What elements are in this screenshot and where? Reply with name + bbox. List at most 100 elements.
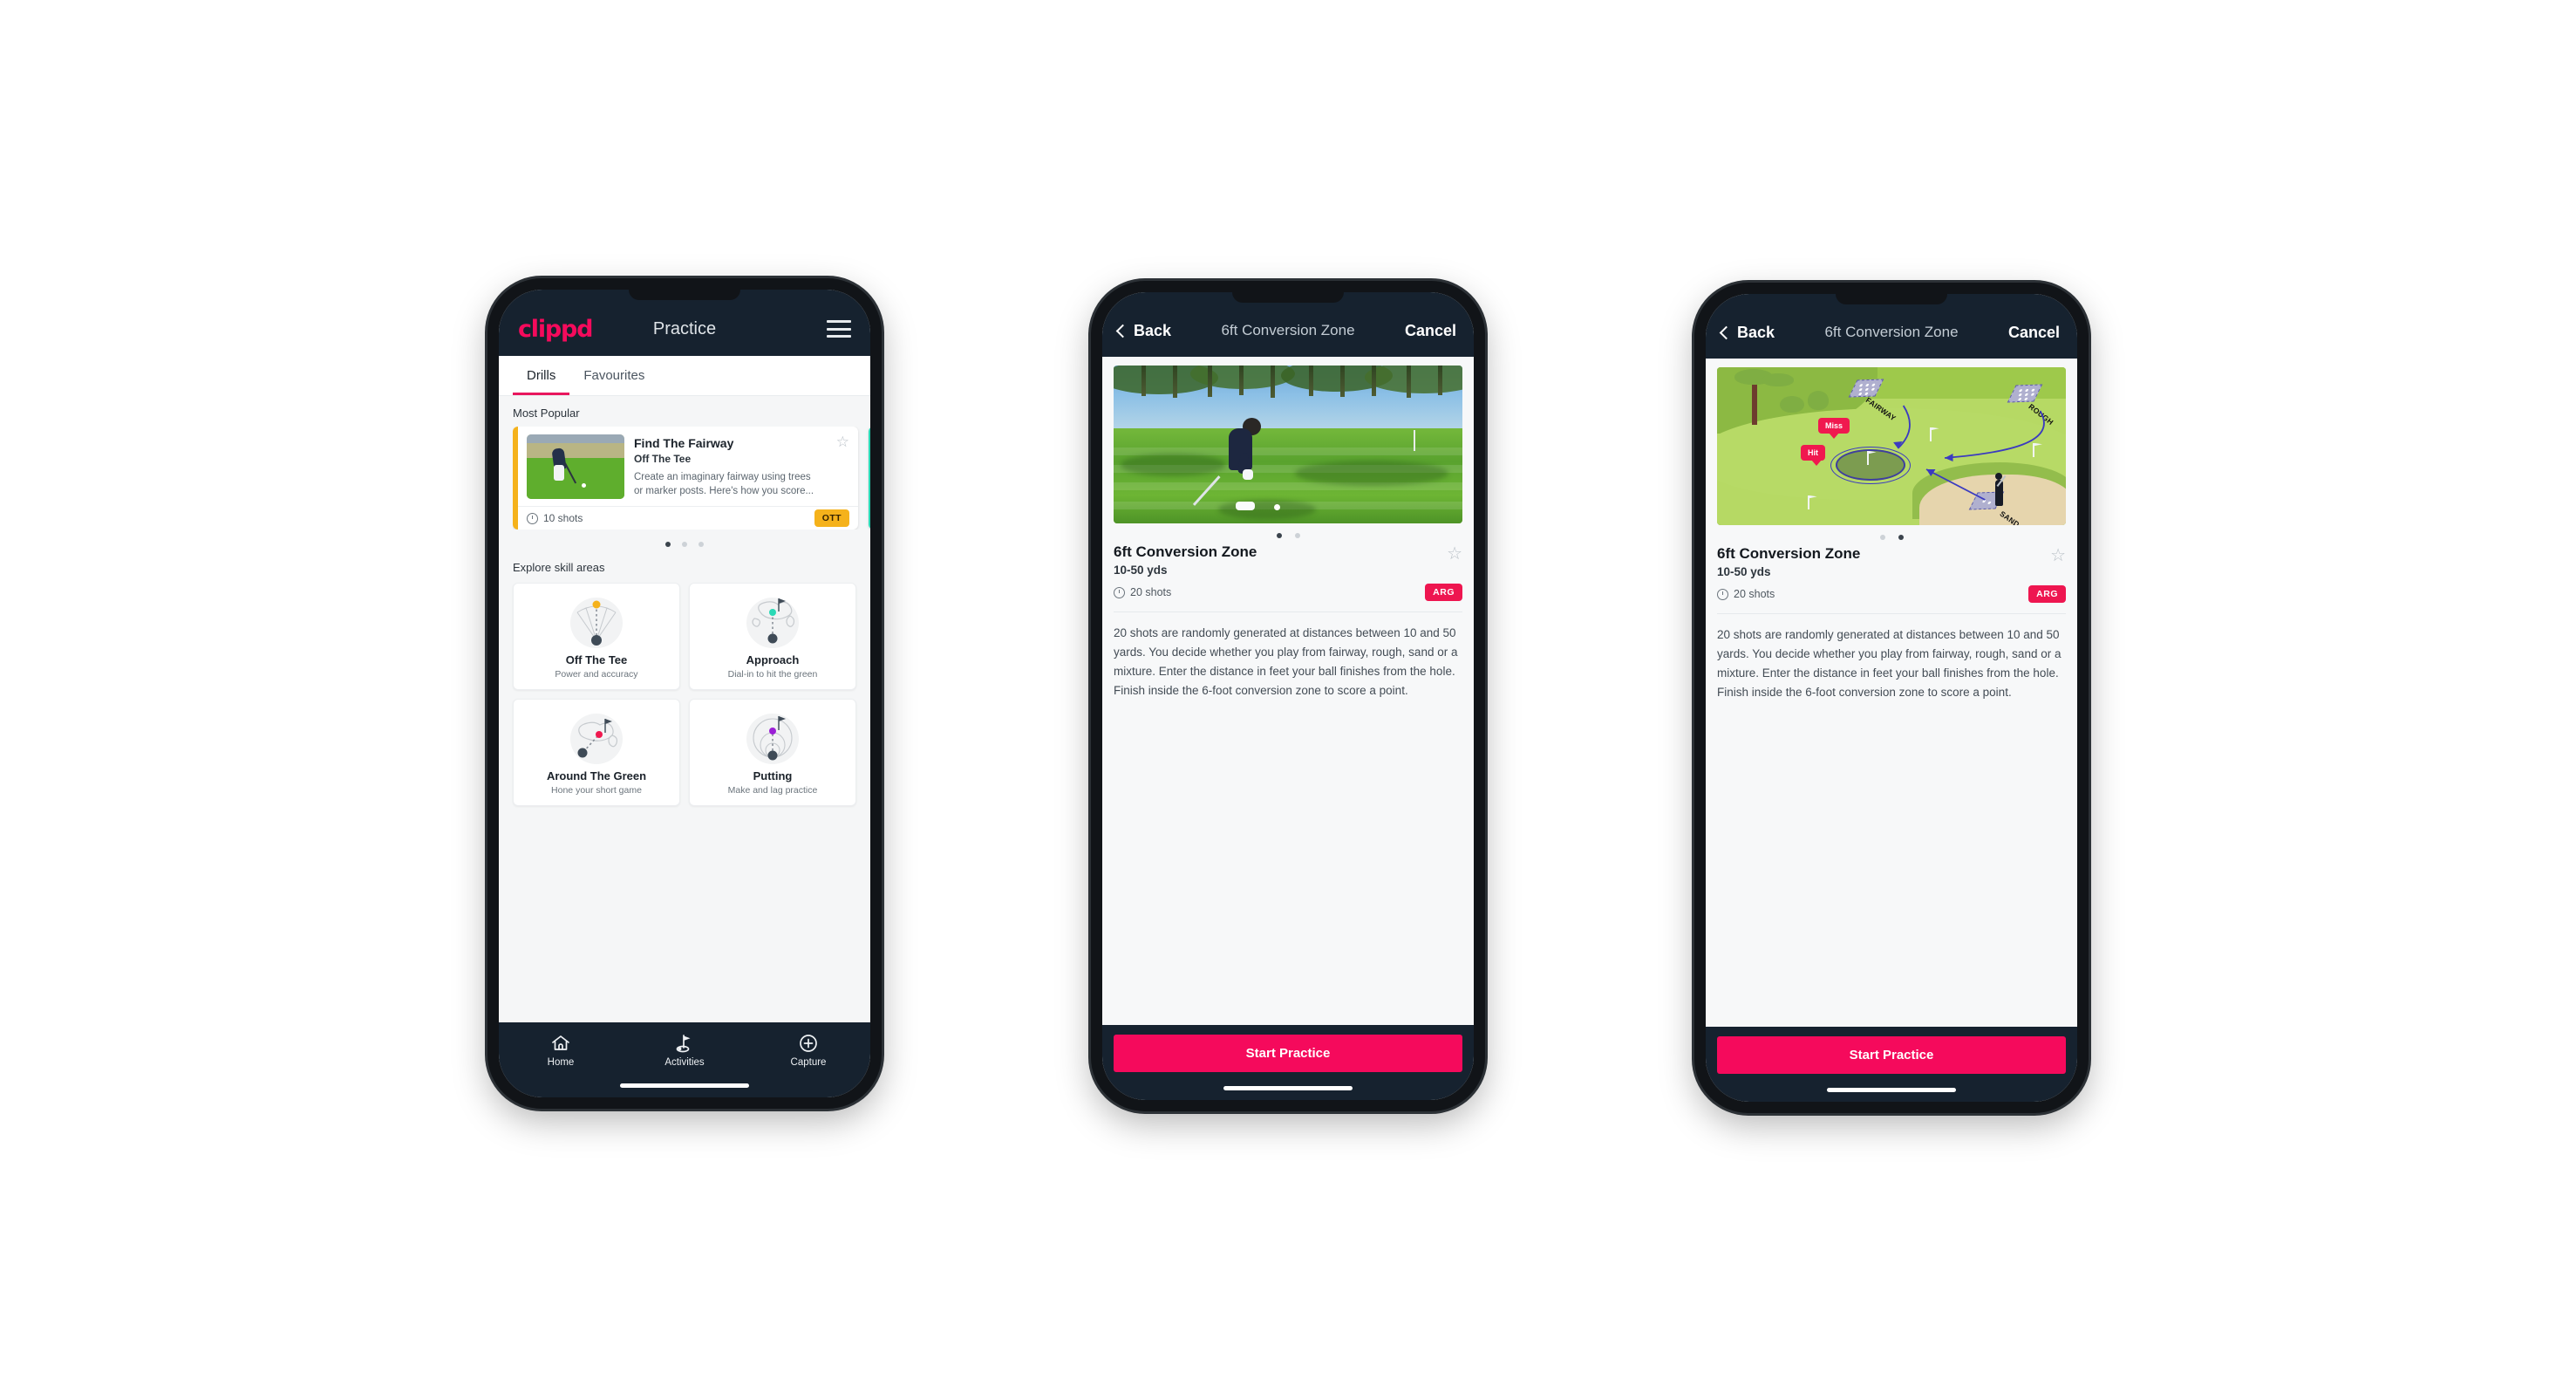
- drill-carousel[interactable]: Find The Fairway Off The Tee Create an i…: [513, 427, 870, 530]
- explore-skill-areas-heading: Explore skill areas: [513, 561, 605, 574]
- back-button[interactable]: Back: [1719, 324, 1775, 342]
- tab-drills[interactable]: Drills: [513, 356, 570, 395]
- nav-label-capture: Capture: [790, 1057, 827, 1068]
- cta-footer: Start Practice: [1706, 1027, 2077, 1102]
- skill-card-off-the-tee[interactable]: Off The Tee Power and accuracy: [513, 583, 680, 690]
- nav-label-home: Home: [547, 1057, 575, 1068]
- back-button[interactable]: Back: [1115, 321, 1172, 340]
- skill-subtitle: Make and lag practice: [727, 785, 818, 796]
- thumb-fairway: [527, 457, 624, 499]
- star-outline-icon[interactable]: ☆: [1447, 543, 1462, 563]
- golfer-chipping-photo: [1114, 366, 1462, 523]
- hamburger-menu-icon[interactable]: [827, 320, 851, 338]
- home-icon: [499, 1032, 623, 1055]
- phone2-notch: [1232, 292, 1344, 303]
- media-dot[interactable]: [1294, 533, 1300, 538]
- favourite-star-icon[interactable]: ☆: [830, 434, 849, 499]
- drill-shots-count: 10 shots: [543, 512, 583, 524]
- start-practice-button[interactable]: Start Practice: [1114, 1035, 1462, 1072]
- phone3-notch: [1836, 294, 1947, 304]
- drill-detail-description: 20 shots are randomly generated at dista…: [1114, 626, 1458, 697]
- bottom-navigation: Home Activities Capture: [499, 1022, 870, 1097]
- drill-card-next-peek[interactable]: [869, 427, 870, 530]
- phone1-notch: [629, 290, 740, 300]
- approach-icon: [695, 592, 850, 652]
- drill-tag-badge: OTT: [814, 509, 849, 527]
- skill-card-approach[interactable]: Approach Dial-in to hit the green: [689, 583, 856, 690]
- skill-name: Approach: [746, 653, 800, 666]
- drill-detail-yardage: 10-50 yds: [1717, 565, 1771, 578]
- media-dot[interactable]: [1276, 533, 1282, 538]
- carousel-dot[interactable]: [699, 542, 704, 547]
- drill-detail-shots: 20 shots: [1734, 588, 1775, 600]
- home-indicator-bar: [1223, 1086, 1353, 1090]
- golf-flag-icon: [623, 1032, 746, 1055]
- nav-label-activities: Activities: [664, 1057, 705, 1068]
- detail-header: 6ft Conversion Zone 10-50 yds ☆: [1114, 542, 1462, 577]
- shots-clock-icon: [1717, 588, 1728, 600]
- detail-divider: [1717, 613, 2066, 614]
- shots-clock-icon: [1114, 586, 1125, 598]
- star-outline-icon[interactable]: ☆: [2050, 545, 2066, 564]
- skill-card-putting[interactable]: Putting Make and lag practice: [689, 699, 856, 806]
- phone-mockup-practice-list: clippd Practice Drills Favourites Most P…: [487, 278, 882, 1109]
- drill-detail-shots: 20 shots: [1130, 586, 1172, 598]
- off-the-tee-icon: [519, 592, 674, 652]
- media-dot[interactable]: [1898, 535, 1904, 540]
- nav-item-capture[interactable]: Capture: [746, 1032, 870, 1068]
- media-carousel[interactable]: FAIRWAY ROUGH SAND Miss Hit: [1717, 367, 2066, 525]
- skill-card-around-the-green[interactable]: Around The Green Hone your short game: [513, 699, 680, 806]
- drill-card-footer: 10 shots OTT: [518, 506, 858, 530]
- carousel-pagination-dots: [499, 530, 870, 550]
- phone2-screen: Back 6ft Conversion Zone Cancel 6ft Conv…: [1102, 292, 1474, 1100]
- photo-flagstick: [1414, 430, 1415, 452]
- detail-meta-row: 20 shots ARG: [1114, 584, 1462, 601]
- tab-favourites[interactable]: Favourites: [569, 356, 658, 395]
- phone1-screen: clippd Practice Drills Favourites Most P…: [499, 290, 870, 1097]
- plus-circle-icon: [746, 1032, 870, 1055]
- home-indicator-bar: [1827, 1088, 1956, 1092]
- cta-footer: Start Practice: [1102, 1025, 1474, 1100]
- nav-item-activities[interactable]: Activities: [623, 1032, 746, 1068]
- around-the-green-icon: [519, 708, 674, 768]
- three-phone-mockup-stage: clippd Practice Drills Favourites Most P…: [0, 0, 2576, 1387]
- detail-body: 6ft Conversion Zone 10-50 yds ☆ 20 shots…: [1102, 357, 1474, 1025]
- detail-body: FAIRWAY ROUGH SAND Miss Hit 6ft Conversi…: [1706, 359, 2077, 1027]
- back-label: Back: [1134, 321, 1172, 339]
- home-indicator-bar: [620, 1083, 749, 1088]
- chevron-left-icon: [1719, 325, 1734, 339]
- nav-item-home[interactable]: Home: [499, 1032, 623, 1068]
- photo-forest: [1114, 366, 1462, 438]
- golf-course-conversion-zone-diagram: FAIRWAY ROUGH SAND Miss Hit: [1717, 367, 2066, 525]
- media-dot[interactable]: [1879, 535, 1885, 540]
- skill-name: Putting: [753, 769, 793, 782]
- drill-card[interactable]: Find The Fairway Off The Tee Create an i…: [513, 427, 858, 530]
- drill-detail-yardage: 10-50 yds: [1114, 564, 1168, 577]
- skill-name: Off The Tee: [565, 653, 628, 666]
- drill-detail-tag-badge: ARG: [1425, 584, 1462, 601]
- skill-name: Around The Green: [546, 769, 647, 782]
- detail-meta-row: 20 shots ARG: [1717, 585, 2066, 603]
- drill-description: Create an imaginary fairway using trees …: [634, 471, 814, 497]
- carousel-dot[interactable]: [682, 542, 687, 547]
- shots-clock-icon: [527, 512, 538, 524]
- media-pagination-dots: [1114, 523, 1462, 542]
- thumb-sky: [527, 434, 624, 444]
- drill-card-top: Find The Fairway Off The Tee Create an i…: [518, 427, 858, 506]
- skill-subtitle: Power and accuracy: [555, 669, 638, 680]
- drill-detail-description: 20 shots are randomly generated at dista…: [1717, 628, 2061, 699]
- phone3-screen: Back 6ft Conversion Zone Cancel FAIRWAY …: [1706, 294, 2077, 1102]
- thumb-golfer-legs: [554, 464, 565, 481]
- drill-detail-tag-badge: ARG: [2028, 585, 2066, 603]
- carousel-dot[interactable]: [665, 542, 671, 547]
- phone-mockup-drill-detail-photo: Back 6ft Conversion Zone Cancel 6ft Conv…: [1091, 281, 1485, 1111]
- cancel-button[interactable]: Cancel: [1405, 322, 1456, 340]
- drill-detail-title: 6ft Conversion Zone: [1717, 545, 1861, 562]
- drill-name: Find The Fairway: [634, 436, 734, 450]
- cancel-button[interactable]: Cancel: [2008, 324, 2060, 342]
- skill-subtitle: Hone your short game: [551, 785, 642, 796]
- media-carousel[interactable]: [1114, 366, 1462, 523]
- callout-miss: Miss: [1818, 417, 1850, 439]
- start-practice-button[interactable]: Start Practice: [1717, 1036, 2066, 1074]
- photo-golfer-glove: [1243, 469, 1253, 481]
